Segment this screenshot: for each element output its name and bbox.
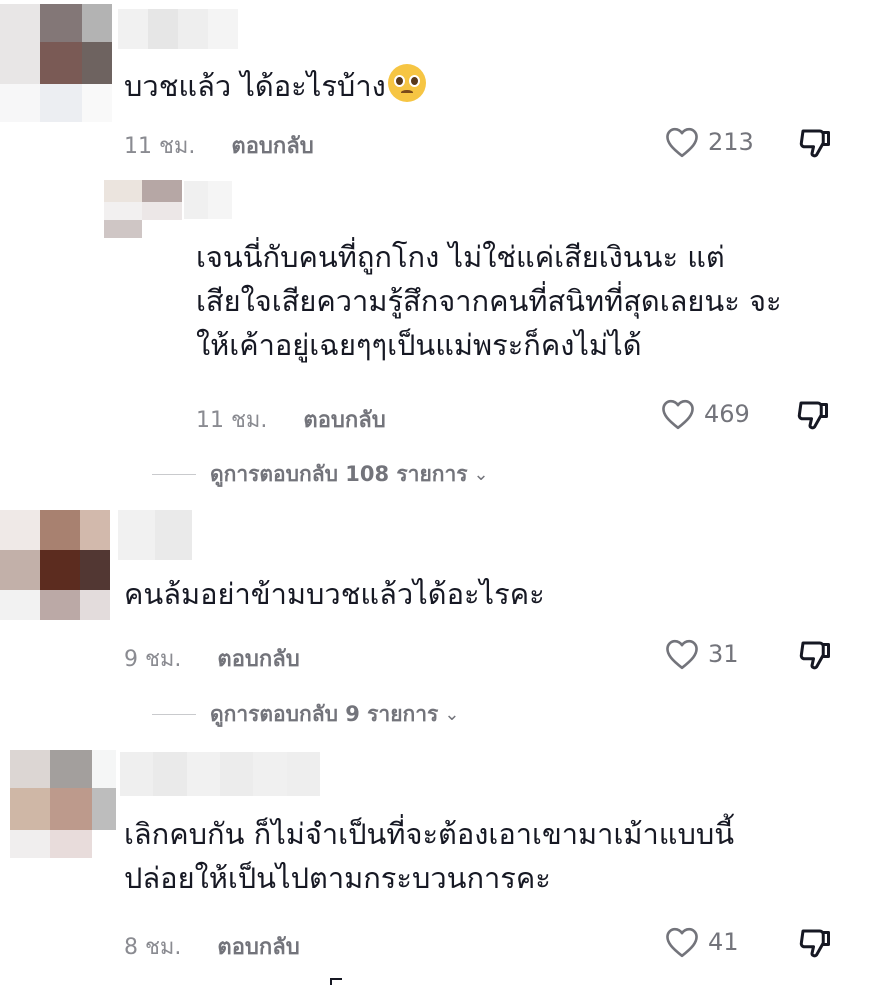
avatar-pixel: [0, 4, 40, 42]
username-pixel: [286, 752, 320, 796]
comment-text: บวชแล้ว ได้อะไรบ้าง: [124, 64, 426, 108]
avatar-pixel: [40, 4, 82, 42]
avatar[interactable]: [0, 4, 112, 122]
reply-button[interactable]: ตอบกลับ: [303, 402, 385, 437]
like-button[interactable]: 31: [664, 638, 739, 670]
avatar-pixel: [142, 202, 182, 220]
avatar-pixel: [40, 510, 80, 550]
avatar-pixel: [10, 788, 50, 830]
comment-meta: 11 ชม. ตอบกลับ: [196, 402, 386, 437]
divider-line: [152, 714, 196, 715]
avatar[interactable]: [10, 750, 116, 858]
reply-button[interactable]: ตอบกลับ: [217, 641, 299, 676]
comment-meta: 11 ชม. ตอบกลับ: [124, 128, 314, 163]
comment-text: คนล้มอย่าข้ามบวชแล้วได้อะไรคะ: [124, 577, 545, 611]
avatar-pixel: [142, 180, 182, 202]
like-button[interactable]: 213: [664, 126, 754, 158]
chevron-down-icon: ⌄: [444, 704, 460, 725]
username-pixel: [184, 181, 208, 219]
avatar-pixel: [82, 42, 112, 84]
username-pixel: [118, 510, 155, 560]
username-blurred[interactable]: [118, 9, 238, 49]
thumbs-down-icon[interactable]: [796, 925, 834, 961]
username-pixel: [148, 9, 178, 49]
avatar-pixel: [50, 750, 92, 788]
avatar-pixel: [0, 84, 40, 122]
avatar-pixel: [40, 550, 80, 590]
avatar[interactable]: [0, 510, 110, 620]
username-pixel: [219, 752, 254, 796]
avatar-pixel: [92, 750, 116, 788]
thumbs-down-icon[interactable]: [796, 125, 834, 161]
like-count: 469: [704, 400, 750, 428]
avatar-pixel: [10, 750, 50, 788]
comment-time: 8 ชม.: [124, 935, 182, 960]
avatar-pixel: [0, 42, 40, 84]
avatar-pixel: [104, 180, 142, 202]
avatar[interactable]: [104, 180, 182, 238]
view-replies-button[interactable]: ดูการตอบกลับ 108 รายการ ⌄: [152, 458, 489, 491]
heart-outline-icon: [666, 927, 698, 958]
avatar-pixel: [40, 590, 80, 620]
avatar-pixel: [50, 788, 92, 830]
username-pixel: [208, 9, 238, 49]
avatar-pixel: [92, 830, 116, 858]
pleading-face-emoji: [387, 64, 426, 102]
next-comment-text-cut: [330, 978, 342, 985]
avatar-pixel: [80, 590, 110, 620]
username-pixel: [153, 752, 187, 796]
comment-meta: 8 ชม. ตอบกลับ: [124, 929, 300, 964]
comment-meta: 9 ชม. ตอบกลับ: [124, 641, 300, 676]
heart-outline-icon: [666, 639, 698, 670]
thumbs-down-icon[interactable]: [794, 397, 832, 433]
comment-time: 9 ชม.: [124, 647, 182, 672]
like-count: 213: [708, 128, 754, 156]
avatar-pixel: [104, 220, 142, 238]
comment-text: เจนนี่กับคนที่ถูกโกง ไม่ใช่แค่เสียเงินนะ…: [196, 240, 782, 362]
thumbs-down-icon[interactable]: [796, 637, 834, 673]
username-pixel: [186, 752, 220, 796]
username-pixel: [253, 752, 287, 796]
username-blurred[interactable]: [120, 752, 320, 796]
comment-time: 11 ชม.: [196, 408, 268, 433]
like-count: 31: [708, 640, 739, 668]
avatar-pixel: [92, 788, 116, 830]
like-count: 41: [708, 928, 739, 956]
comment-text: เลิกคบกัน ก็ไม่จำเป็นที่จะต้องเอาเขามาเม…: [124, 817, 735, 895]
heart-outline-icon: [666, 127, 698, 158]
username-pixel: [208, 181, 232, 219]
divider-line: [152, 474, 196, 475]
avatar-pixel: [82, 4, 112, 42]
avatar-pixel: [82, 84, 112, 122]
avatar-pixel: [0, 510, 40, 550]
avatar-pixel: [0, 550, 40, 590]
avatar-pixel: [40, 42, 82, 84]
comment-time: 11 ชม.: [124, 134, 196, 159]
avatar-pixel: [10, 830, 50, 858]
view-replies-button[interactable]: ดูการตอบกลับ 9 รายการ ⌄: [152, 698, 459, 731]
username-blurred[interactable]: [118, 510, 192, 560]
avatar-pixel: [104, 202, 142, 220]
like-button[interactable]: 41: [664, 926, 739, 958]
avatar-pixel: [50, 830, 92, 858]
avatar-pixel: [80, 510, 110, 550]
heart-outline-icon: [662, 399, 694, 430]
avatar-pixel: [40, 84, 82, 122]
username-pixel: [155, 510, 192, 560]
avatar-pixel: [142, 220, 182, 238]
reply-button[interactable]: ตอบกลับ: [231, 128, 313, 163]
avatar-pixel: [80, 550, 110, 590]
reply-button[interactable]: ตอบกลับ: [217, 929, 299, 964]
avatar-pixel: [0, 590, 40, 620]
username-pixel: [178, 9, 208, 49]
username-pixel: [120, 752, 154, 796]
chevron-down-icon: ⌄: [473, 464, 489, 485]
username-pixel: [118, 9, 148, 49]
like-button[interactable]: 469: [660, 398, 750, 430]
username-blurred[interactable]: [184, 181, 232, 219]
